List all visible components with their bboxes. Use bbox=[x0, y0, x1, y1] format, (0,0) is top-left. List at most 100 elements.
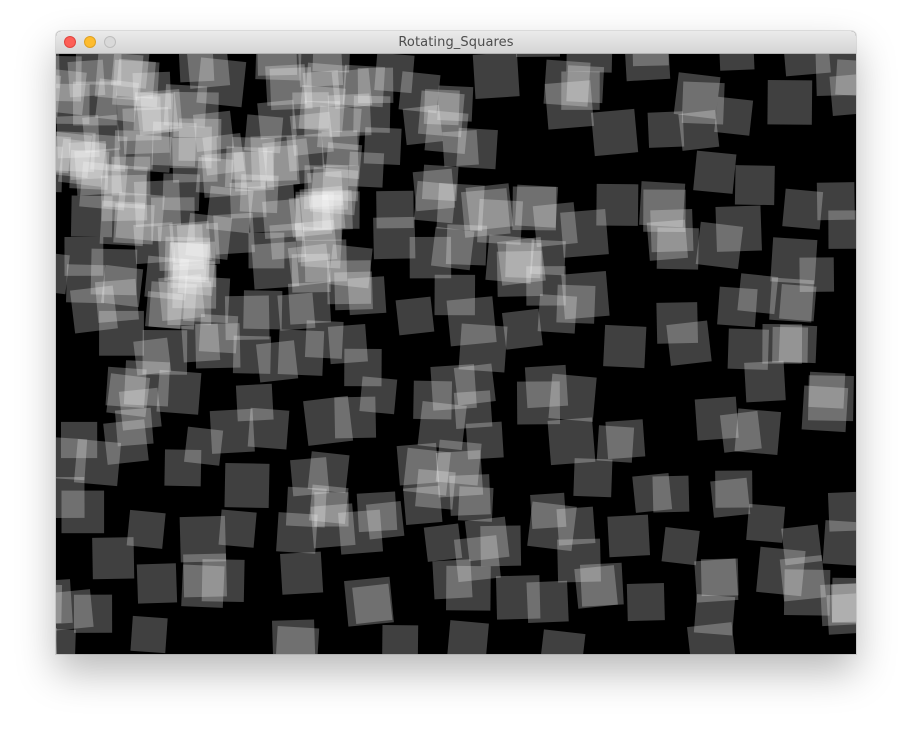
rotating-squares-drawing bbox=[56, 54, 856, 654]
rotating-square bbox=[782, 54, 831, 77]
rotating-square bbox=[312, 189, 353, 231]
rotating-square bbox=[561, 71, 600, 110]
rotating-square bbox=[485, 234, 535, 284]
rotating-square bbox=[512, 186, 557, 231]
rotating-square bbox=[590, 108, 639, 157]
rotating-square bbox=[257, 99, 297, 140]
rotating-square bbox=[769, 277, 815, 323]
rotating-square bbox=[118, 387, 162, 431]
rotating-square bbox=[224, 462, 270, 509]
rotating-square bbox=[285, 486, 327, 528]
rotating-square bbox=[808, 371, 846, 409]
rotating-square bbox=[831, 577, 856, 624]
rotating-square bbox=[666, 320, 712, 366]
rotating-square bbox=[516, 381, 561, 425]
rotating-square bbox=[446, 296, 497, 347]
rotating-square bbox=[395, 296, 435, 336]
rotating-square bbox=[164, 449, 202, 487]
rotating-square bbox=[624, 54, 671, 82]
rotating-square bbox=[344, 348, 382, 387]
title-bar[interactable]: Rotating_Squares bbox=[56, 31, 856, 54]
rotating-square bbox=[224, 295, 270, 341]
rotating-square bbox=[409, 236, 452, 279]
rotating-square bbox=[304, 239, 348, 283]
rotating-square bbox=[247, 407, 290, 450]
rotating-square bbox=[136, 563, 178, 604]
rotating-square bbox=[574, 565, 618, 609]
rotating-square bbox=[56, 68, 87, 116]
rotating-square bbox=[257, 54, 298, 76]
rotating-square bbox=[734, 408, 782, 455]
rotating-square bbox=[472, 54, 520, 99]
rotating-square bbox=[158, 274, 206, 321]
rotating-square bbox=[307, 451, 350, 494]
rotating-square bbox=[271, 619, 316, 654]
rotating-square bbox=[423, 523, 463, 562]
rotating-square bbox=[756, 546, 806, 597]
window-title: Rotating_Squares bbox=[398, 35, 514, 50]
rotating-square bbox=[353, 95, 391, 133]
rotating-square bbox=[352, 583, 393, 624]
rotating-square bbox=[303, 395, 354, 446]
rotating-square bbox=[122, 106, 170, 155]
rotating-square bbox=[632, 472, 673, 513]
rotating-square bbox=[816, 182, 855, 221]
rotating-square bbox=[603, 324, 647, 369]
rotating-square bbox=[130, 615, 168, 654]
rotating-square bbox=[639, 181, 686, 228]
rotating-square bbox=[695, 221, 744, 270]
app-window: Rotating_Squares bbox=[56, 31, 856, 654]
rotating-square bbox=[694, 396, 739, 441]
rotating-square bbox=[73, 439, 122, 487]
rotating-square bbox=[700, 558, 739, 597]
rotating-square bbox=[56, 628, 76, 654]
rotating-square bbox=[778, 324, 818, 364]
rotating-square bbox=[312, 54, 351, 73]
rotating-square bbox=[829, 73, 856, 117]
rotating-square bbox=[209, 408, 255, 454]
rotating-square bbox=[678, 109, 720, 151]
rotating-square bbox=[229, 181, 267, 219]
rotating-square bbox=[827, 491, 856, 532]
rotating-square bbox=[727, 328, 770, 370]
rotating-square bbox=[286, 133, 325, 172]
rotating-square bbox=[56, 54, 60, 89]
rotating-square bbox=[181, 564, 225, 608]
rotating-square bbox=[501, 308, 543, 350]
rotating-square bbox=[718, 54, 755, 71]
rotating-square bbox=[112, 59, 160, 108]
rotating-square bbox=[607, 514, 651, 558]
rotating-square bbox=[495, 575, 541, 620]
rotating-square bbox=[710, 477, 751, 518]
rotating-square bbox=[56, 579, 73, 626]
rotating-square bbox=[465, 183, 514, 231]
rotating-square bbox=[280, 551, 324, 595]
rotating-square bbox=[717, 286, 758, 328]
rotating-square bbox=[73, 594, 113, 633]
rotating-square bbox=[178, 54, 215, 83]
rotating-square bbox=[403, 485, 443, 525]
rotating-square bbox=[218, 509, 257, 548]
rotating-square bbox=[530, 492, 567, 529]
sketch-canvas[interactable] bbox=[56, 54, 856, 654]
rotating-square bbox=[365, 501, 405, 540]
rotating-square bbox=[547, 417, 596, 466]
rotating-square bbox=[424, 109, 469, 155]
rotating-square bbox=[464, 516, 510, 562]
rotating-square bbox=[232, 335, 272, 374]
rotating-square bbox=[413, 180, 457, 224]
rotating-square bbox=[82, 114, 121, 153]
rotating-square bbox=[126, 509, 166, 549]
rotating-square bbox=[767, 80, 813, 125]
rotating-square bbox=[287, 281, 332, 325]
rotating-square bbox=[61, 490, 105, 534]
rotating-square bbox=[661, 527, 700, 566]
rotating-square bbox=[347, 276, 387, 316]
rotating-square bbox=[734, 165, 775, 206]
rotating-square bbox=[596, 425, 635, 463]
rotating-square bbox=[213, 212, 255, 255]
rotating-square bbox=[746, 503, 786, 543]
rotating-square bbox=[539, 629, 586, 654]
rotating-square bbox=[530, 239, 566, 276]
rotating-square bbox=[556, 284, 596, 324]
